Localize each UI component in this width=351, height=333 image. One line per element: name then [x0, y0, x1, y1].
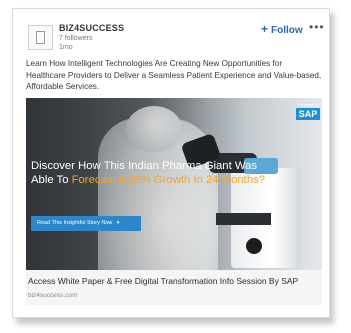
plus-icon: + [261, 22, 269, 36]
headline-highlight: Forecast A 25% Growth In 24 Months? [71, 173, 266, 186]
post-age: 1mo [59, 44, 73, 51]
post-body-text: Learn How Intelligent Technologies Are C… [26, 59, 322, 91]
sponsored-post-card: BIZ4SUCCESS 7 followers 1mo + Follow ••• … [12, 8, 330, 318]
follower-count: 7 followers [59, 35, 93, 42]
follow-button[interactable]: + Follow [261, 22, 303, 36]
link-title[interactable]: Access White Paper & Free Digital Transf… [28, 276, 298, 286]
double-chevron-icon: » [116, 220, 120, 226]
post-image[interactable]: Powered by SAP Discover How This Indian … [26, 98, 322, 270]
follow-label: Follow [271, 25, 303, 36]
image-headline: Discover How This Indian Pharma Giant Wa… [31, 160, 281, 187]
company-logo[interactable] [28, 25, 53, 50]
building-icon [36, 31, 45, 44]
company-name[interactable]: BIZ4SUCCESS [59, 23, 124, 33]
sap-powered-text: Powered by [297, 102, 319, 107]
read-story-button[interactable]: Read This Insightful Story Now» [31, 216, 141, 231]
sap-badge: Powered by SAP [296, 102, 320, 120]
link-url: biz4success.com [28, 292, 78, 299]
sap-logo: SAP [296, 108, 320, 120]
link-preview[interactable]: Access White Paper & Free Digital Transf… [26, 270, 322, 305]
more-options-icon[interactable]: ••• [309, 20, 325, 34]
microscope-stage [216, 213, 271, 225]
cta-label: Read This Insightful Story Now [37, 220, 113, 226]
microscope-knob [246, 238, 262, 254]
